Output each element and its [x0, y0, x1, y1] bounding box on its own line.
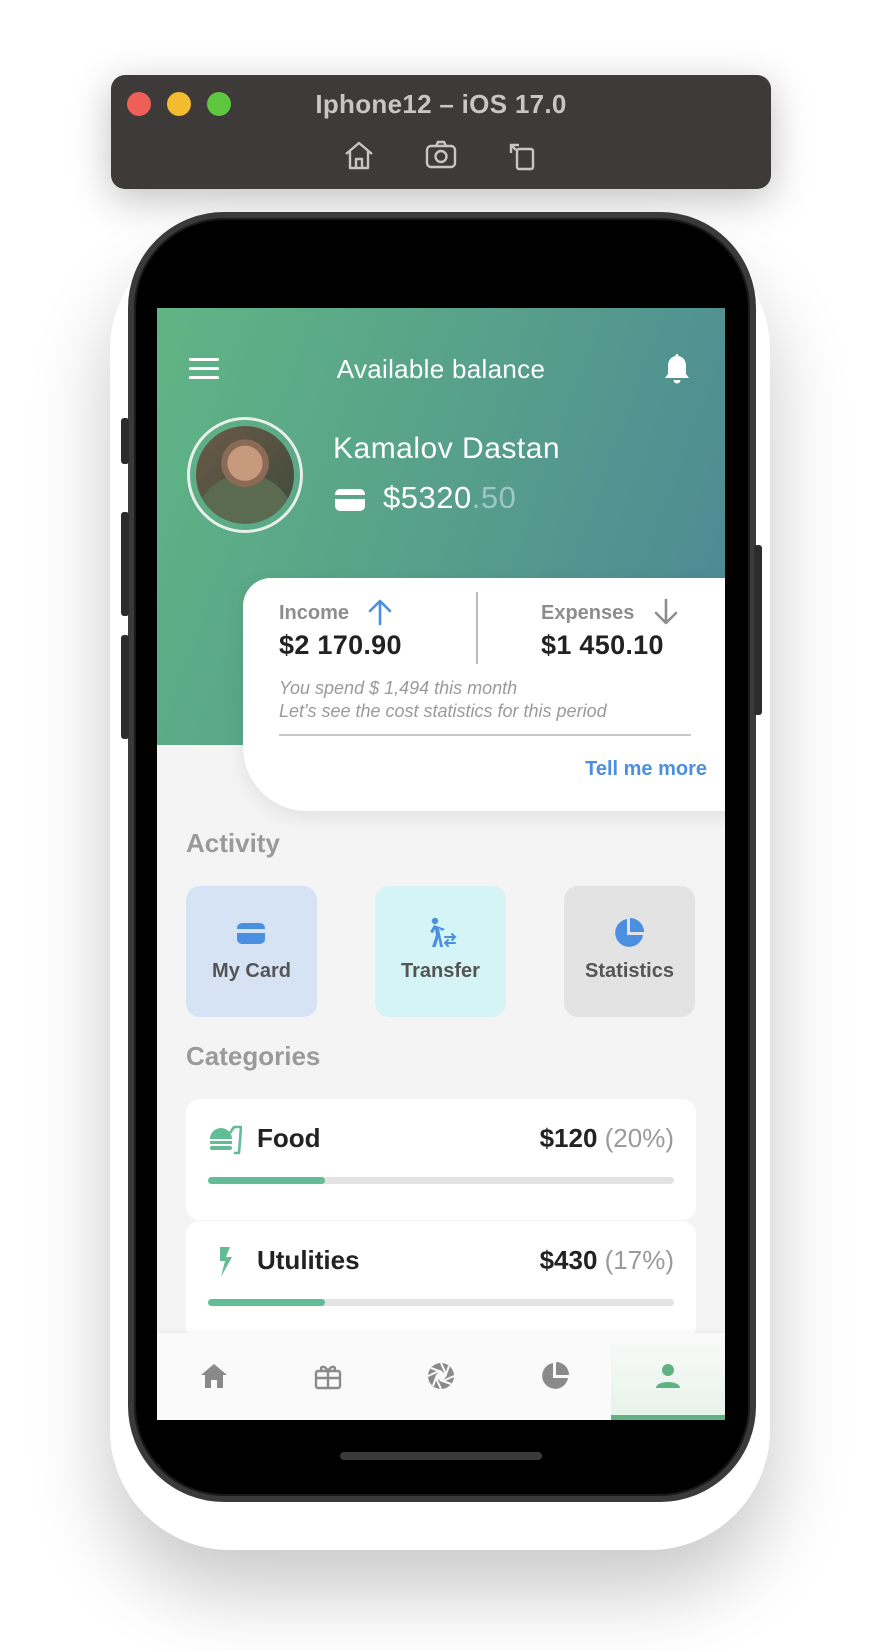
app-screen: Available balance Kamalov Dastan $5320.5… — [157, 308, 725, 1420]
category-percent: (20%) — [604, 1123, 674, 1153]
simulator-title-bar: Iphone12 – iOS 17.0 — [111, 75, 771, 189]
summary-card: Income $2 170.90 Expenses $1 450.10 You … — [243, 578, 725, 811]
volume-up-button — [121, 512, 129, 616]
food-icon — [210, 1125, 242, 1155]
pie-chart-icon — [541, 1362, 569, 1389]
activity-title: Activity — [186, 828, 280, 858]
category-amount-value: $120 — [539, 1123, 598, 1153]
transfer-button[interactable]: Transfer — [375, 886, 506, 1017]
bottom-tab-bar — [157, 1333, 725, 1420]
home-icon — [201, 1364, 227, 1388]
category-food[interactable]: Food $120 (20%) — [186, 1099, 696, 1220]
my-card-button[interactable]: My Card — [186, 886, 317, 1017]
tab-profile[interactable] — [611, 1333, 725, 1420]
transfer-label: Transfer — [401, 960, 480, 982]
home-indicator[interactable] — [340, 1452, 542, 1460]
arrow-up-icon — [368, 599, 392, 626]
tab-gifts[interactable] — [271, 1333, 385, 1420]
category-progress-track — [208, 1299, 674, 1306]
category-amount-value: $430 — [539, 1245, 598, 1275]
tab-statistics[interactable] — [498, 1333, 612, 1420]
transfer-icon — [430, 917, 457, 947]
card-icon — [237, 923, 265, 944]
avatar[interactable] — [187, 417, 303, 533]
stats-note: Let's see the cost statistics for this p… — [279, 701, 607, 721]
aperture-icon — [427, 1362, 455, 1390]
power-button — [754, 545, 762, 715]
statistics-button[interactable]: Statistics — [564, 886, 695, 1017]
tab-home[interactable] — [157, 1333, 271, 1420]
category-utilities[interactable]: Utulities $430 (17%) — [186, 1221, 696, 1342]
tell-me-more-link[interactable]: Tell me more — [585, 758, 707, 781]
tab-explore[interactable] — [384, 1333, 498, 1420]
screenshot-icon[interactable] — [423, 137, 459, 173]
avatar-photo — [196, 426, 294, 524]
rotate-icon[interactable] — [505, 137, 541, 173]
income-label: Income — [279, 602, 350, 624]
balance-cents: .50 — [471, 480, 517, 515]
statistics-label: Statistics — [585, 960, 674, 982]
category-progress-track — [208, 1177, 674, 1184]
expenses-label: Expenses — [541, 602, 635, 624]
summary-divider — [476, 592, 478, 664]
gift-icon — [314, 1365, 341, 1390]
arrow-down-icon — [654, 598, 678, 625]
category-name: Utulities — [257, 1245, 360, 1275]
user-name: Kamalov Dastan — [333, 432, 561, 465]
balance-amount: $5320.50 — [383, 480, 516, 516]
wallet-icon — [335, 489, 365, 511]
income-value: $2 170.90 — [279, 630, 402, 660]
category-progress-fill — [208, 1299, 325, 1306]
category-amount: $430 (17%) — [540, 1245, 674, 1276]
my-card-label: My Card — [212, 960, 291, 982]
categories-title: Categories — [186, 1041, 321, 1071]
category-name: Food — [257, 1123, 321, 1153]
category-amount: $120 (20%) — [540, 1123, 674, 1154]
pie-chart-icon — [615, 918, 644, 947]
category-progress-fill — [208, 1177, 325, 1184]
expenses-value: $1 450.10 — [541, 630, 664, 660]
balance-main: $5320 — [383, 480, 472, 515]
spend-note: You spend $ 1,494 this month — [279, 678, 518, 698]
bolt-icon — [220, 1247, 232, 1277]
home-icon[interactable] — [341, 137, 377, 173]
card-divider — [279, 734, 691, 736]
volume-down-button — [121, 635, 129, 739]
mute-switch — [121, 418, 129, 464]
simulator-title: Iphone12 – iOS 17.0 — [315, 89, 567, 119]
person-icon — [656, 1364, 681, 1388]
bell-icon[interactable] — [662, 352, 692, 386]
category-percent: (17%) — [604, 1245, 674, 1275]
header-title: Available balance — [336, 354, 546, 384]
